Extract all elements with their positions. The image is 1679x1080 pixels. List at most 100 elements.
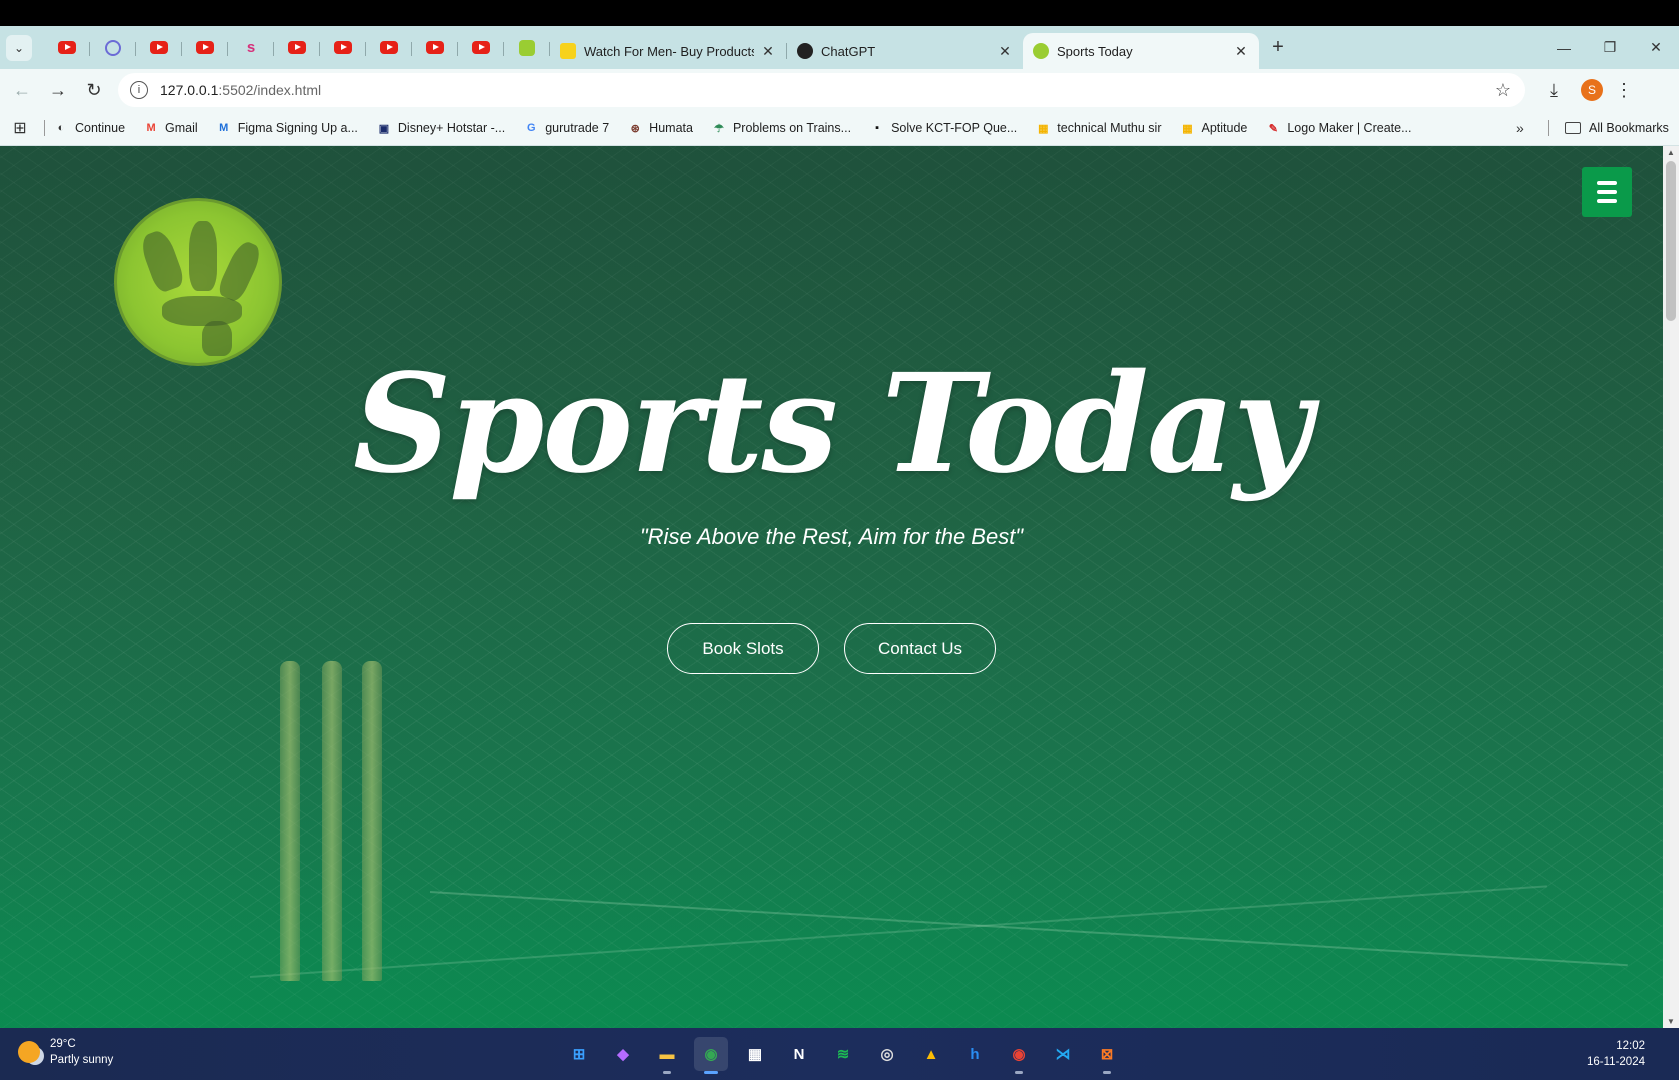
bookmark-label: Continue — [75, 121, 126, 135]
tab-bar: ⌄ s Watch For Men- Buy Products O ✕ Chat… — [0, 26, 1679, 69]
vscode-icon[interactable]: ⋊ — [1046, 1037, 1080, 1071]
hamburger-menu-button[interactable] — [1582, 167, 1632, 217]
bookmark-item[interactable]: Ggurutrade 7 — [523, 120, 609, 136]
pinned-tab-youtube[interactable] — [412, 33, 458, 63]
new-tab-button[interactable]: + — [1263, 33, 1293, 63]
windows-start-icon[interactable]: ⊞ — [562, 1037, 596, 1071]
taskbar-glyph: ⋊ — [1055, 1046, 1071, 1063]
bookmark-label: Aptitude — [1201, 121, 1248, 135]
pinned-tab-s[interactable]: s — [228, 33, 274, 63]
minimize-button[interactable]: — — [1541, 26, 1587, 69]
divider — [44, 120, 45, 136]
profile-avatar[interactable]: S — [1581, 79, 1603, 101]
chrome-profile-icon[interactable]: ◉ — [1002, 1037, 1036, 1074]
youtube-icon — [288, 41, 306, 54]
system-clock[interactable]: 12:02 16-11-2024 — [1587, 1038, 1645, 1070]
page-scrollbar[interactable]: ▲ ▼ — [1663, 146, 1679, 1028]
scroll-up-icon[interactable]: ▲ — [1667, 148, 1675, 157]
tab-title: Watch For Men- Buy Products O — [584, 43, 754, 59]
taskbar-glyph: ◉ — [1012, 1046, 1026, 1063]
pinned-tab-youtube[interactable] — [320, 33, 366, 63]
book-slots-button[interactable]: Book Slots — [667, 623, 819, 674]
taskbar-glyph: ◉ — [704, 1046, 718, 1063]
bookmark-star-icon[interactable]: ☆ — [1495, 80, 1511, 101]
apps-grid-icon[interactable]: ⊞ — [0, 118, 40, 138]
pinned-tab-youtube[interactable] — [366, 33, 412, 63]
running-indicator — [704, 1071, 718, 1074]
youtube-icon — [334, 41, 352, 54]
pinned-tab-youtube[interactable] — [136, 33, 182, 63]
back-button[interactable]: ← — [4, 72, 40, 108]
site-logo[interactable] — [114, 198, 282, 366]
bookmark-item[interactable]: ✎ Logo Maker | Create... — [1265, 120, 1412, 136]
logo-figure — [189, 221, 217, 291]
bookmark-list: ◐ Continue M Gmail M Figma Signing Up a... ▣ Di… — [53, 120, 1430, 136]
classroom-icon: ▦ — [1182, 122, 1193, 135]
bookmark-item[interactable]: ▣ Disney+ Hotstar -... — [376, 120, 506, 136]
bookmark-item[interactable]: ☂ Problems on Trains... — [711, 120, 851, 136]
pinned-tab-youtube[interactable] — [182, 33, 228, 63]
running-indicator — [663, 1071, 671, 1074]
bookmark-item[interactable]: ⊛ Humata — [627, 120, 693, 136]
weather-temp: 29°C — [50, 1038, 76, 1050]
reload-button[interactable]: ↻ — [76, 72, 112, 108]
close-icon[interactable]: ✕ — [760, 43, 776, 60]
pinned-tab-youtube[interactable] — [274, 33, 320, 63]
bookmark-item[interactable]: M Gmail — [143, 120, 197, 136]
running-indicator — [1103, 1071, 1111, 1074]
spotify-icon[interactable]: ≋ — [826, 1037, 860, 1071]
partly-sunny-icon — [18, 1041, 40, 1063]
chrome-icon[interactable]: ◉ — [694, 1037, 728, 1074]
forward-button[interactable]: → — [40, 72, 76, 108]
tab-watch-for-men[interactable]: Watch For Men- Buy Products O ✕ — [550, 33, 786, 69]
bookmark-item[interactable]: ▪ Solve KCT-FOP Que... — [869, 120, 1017, 136]
tab-chatgpt[interactable]: ChatGPT ✕ — [787, 33, 1023, 69]
drive-icon[interactable]: ▲ — [914, 1037, 948, 1071]
store-icon[interactable]: ▦ — [738, 1037, 772, 1071]
notion-icon[interactable]: N — [782, 1037, 816, 1071]
all-bookmarks-label: All Bookmarks — [1589, 121, 1669, 135]
youtube-icon — [472, 41, 490, 54]
window-close-button[interactable]: ✕ — [1633, 26, 1679, 69]
restore-button[interactable]: ❐ — [1587, 26, 1633, 69]
tab-sports-today[interactable]: Sports Today ✕ — [1023, 33, 1259, 69]
pinned-tab-youtube[interactable] — [44, 33, 90, 63]
pinned-tab-youtube[interactable] — [458, 33, 504, 63]
file-explorer-icon[interactable]: ▬ — [650, 1037, 684, 1074]
more-bookmarks-icon[interactable]: » — [1516, 120, 1524, 136]
bookmark-item[interactable]: ▦ technical Muthu sir — [1035, 120, 1161, 136]
download-icon[interactable]: ⤓ — [1537, 80, 1571, 101]
copilot-icon[interactable]: ◆ — [606, 1037, 640, 1071]
globe-icon — [105, 39, 121, 56]
all-bookmarks-button[interactable]: All Bookmarks — [1565, 121, 1669, 135]
address-bar[interactable]: i 127.0.0.1:5502/index.html ☆ — [118, 73, 1525, 107]
weather-widget[interactable]: 29°C Partly sunny — [18, 1036, 113, 1068]
figma-icon: M — [219, 122, 229, 134]
logo-figure — [162, 296, 242, 326]
scroll-down-icon[interactable]: ▼ — [1667, 1017, 1675, 1026]
taskbar-glyph: ≋ — [836, 1046, 850, 1063]
hackerrank-app-icon[interactable]: h — [958, 1037, 992, 1071]
taskbar-glyph: N — [793, 1045, 805, 1063]
taskbar-glyph: ▲ — [923, 1045, 939, 1063]
menu-bar — [1597, 181, 1617, 185]
globe-icon: ◐ — [57, 122, 65, 134]
pinned-tab-leaf[interactable] — [504, 33, 550, 63]
site-info-icon[interactable]: i — [130, 81, 148, 99]
xampp-icon[interactable]: ⊠ — [1090, 1037, 1124, 1074]
taskbar: 29°C Partly sunny ⊞ ◆ ▬ ◉ ▦ N ≋ ◎ ▲ h ◉ ⋊ ⊠ 12:02 16… — [0, 1028, 1679, 1080]
obs-icon[interactable]: ◎ — [870, 1037, 904, 1071]
bookmark-item[interactable]: ◐ Continue — [53, 120, 125, 136]
close-icon[interactable]: ✕ — [1233, 43, 1249, 60]
scrollbar-thumb[interactable] — [1666, 161, 1676, 321]
tab-search-button[interactable]: ⌄ — [6, 34, 32, 61]
url-text[interactable]: 127.0.0.1:5502/index.html — [160, 82, 1495, 98]
bookmark-item[interactable]: ▦ Aptitude — [1179, 120, 1247, 136]
contact-us-button[interactable]: Contact Us — [844, 623, 996, 674]
tab-title: Sports Today — [1057, 43, 1133, 59]
close-icon[interactable]: ✕ — [997, 43, 1013, 60]
taskbar-glyph: ⊞ — [572, 1046, 586, 1063]
pinned-tab-web[interactable] — [90, 33, 136, 63]
more-menu-icon[interactable]: ⋮ — [1609, 80, 1639, 101]
bookmark-item[interactable]: M Figma Signing Up a... — [216, 120, 358, 136]
